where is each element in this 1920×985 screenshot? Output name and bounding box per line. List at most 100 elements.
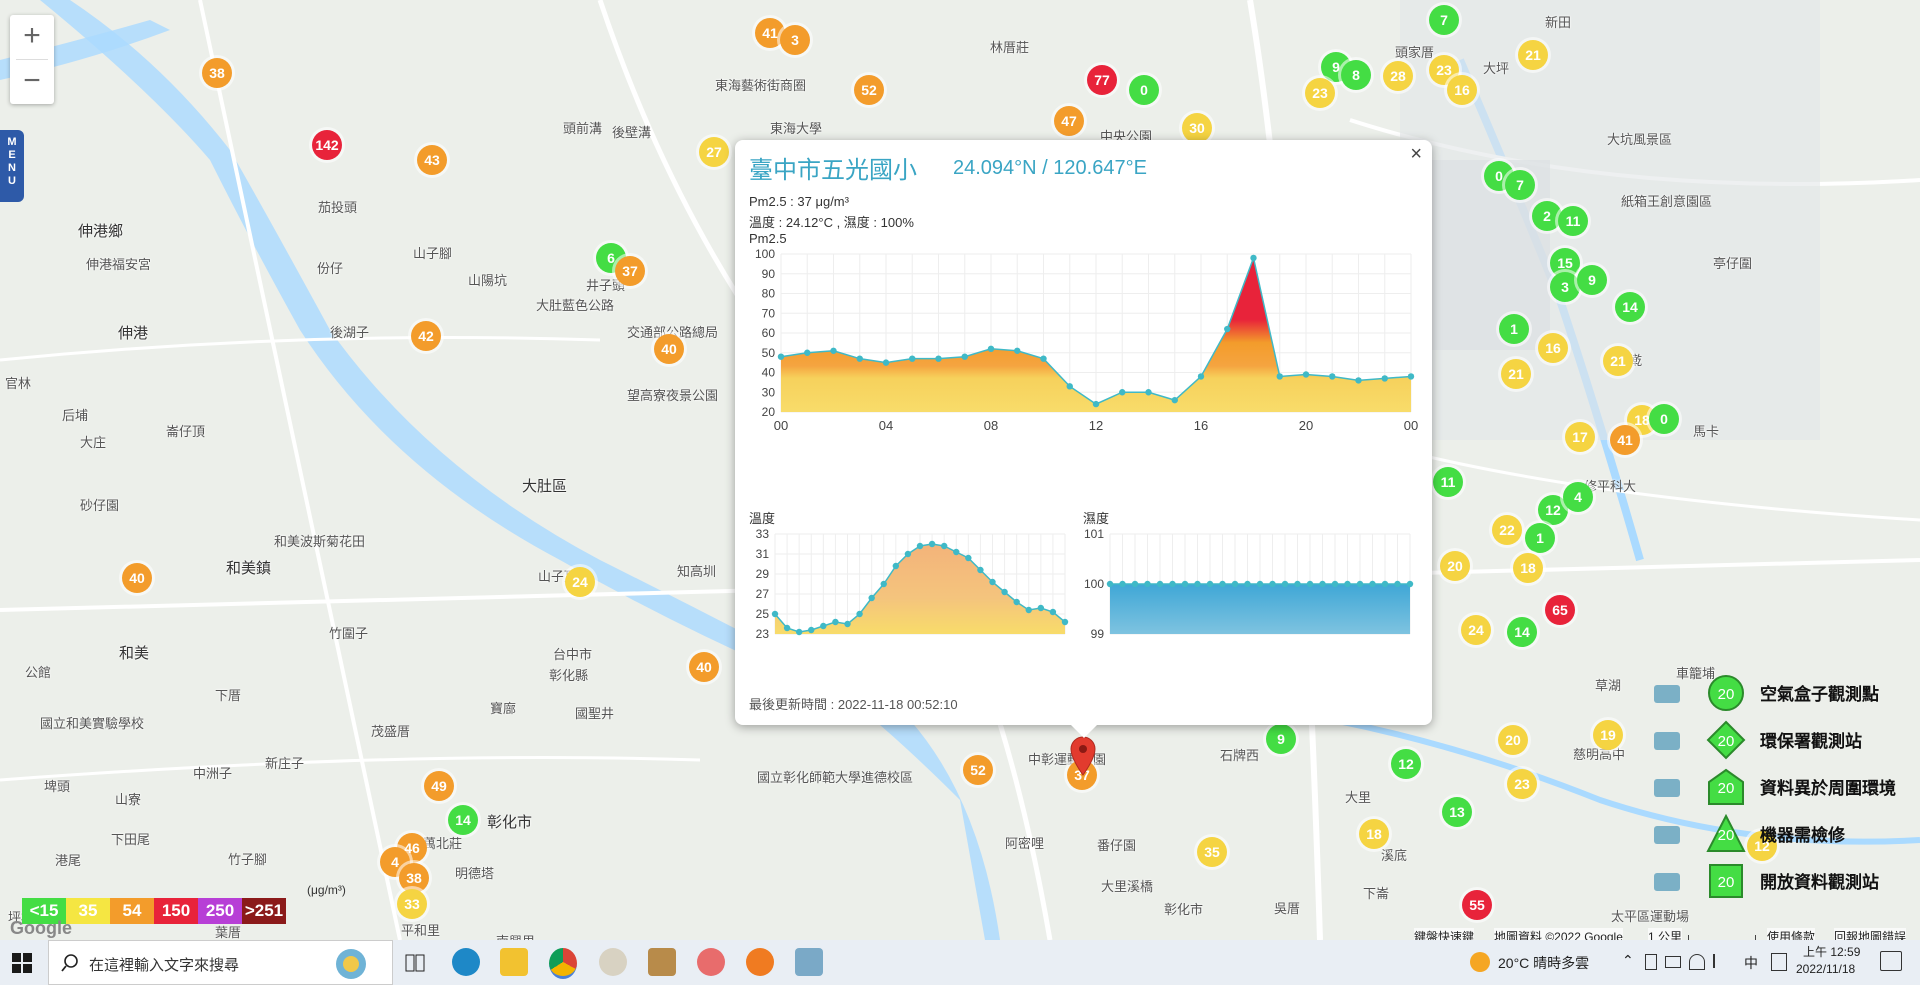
- sensor-marker[interactable]: 2: [1532, 201, 1562, 231]
- sensor-marker[interactable]: 40: [654, 334, 684, 364]
- zoom-control: + −: [10, 15, 54, 104]
- sensor-marker[interactable]: 19: [1593, 720, 1623, 750]
- sensor-marker[interactable]: 21: [1518, 40, 1548, 70]
- data-point: [880, 580, 887, 588]
- place-label: 新庄子: [265, 756, 305, 771]
- sensor-marker[interactable]: 52: [854, 75, 884, 105]
- x-tick-label: 12: [1089, 418, 1103, 433]
- sensor-marker[interactable]: 37: [615, 256, 645, 286]
- sensor-marker[interactable]: 43: [417, 145, 447, 175]
- sensor-marker[interactable]: 14: [1615, 292, 1645, 322]
- weather-text[interactable]: 20°C 晴時多雲: [1498, 953, 1589, 973]
- menu-button[interactable]: MENU: [0, 130, 24, 202]
- notifications-icon[interactable]: [1880, 951, 1902, 971]
- sensor-marker[interactable]: 142: [312, 130, 342, 160]
- file-explorer-icon[interactable]: [500, 948, 528, 976]
- edge-browser-icon[interactable]: [452, 948, 480, 976]
- sensor-marker[interactable]: 9: [1266, 724, 1296, 754]
- sensor-marker[interactable]: 16: [1538, 333, 1568, 363]
- tray-chevron-icon[interactable]: ⌃: [1622, 952, 1634, 969]
- place-label: 國立彰化師範大學進德校區: [757, 770, 914, 785]
- selected-location-pin-icon[interactable]: [1068, 735, 1098, 777]
- data-point: [882, 359, 890, 366]
- network-icon: [1689, 954, 1705, 970]
- compass-app-icon[interactable]: [599, 948, 627, 976]
- sensor-marker[interactable]: 11: [1433, 467, 1463, 497]
- sensor-marker[interactable]: 7: [1429, 5, 1459, 35]
- taskbar-search-box[interactable]: 在這裡輸入文字來搜尋: [48, 940, 393, 985]
- system-tray-icons[interactable]: [1645, 954, 1743, 970]
- sensor-marker[interactable]: 52: [963, 755, 993, 785]
- sensor-marker[interactable]: 14: [1507, 617, 1537, 647]
- input-mode-icon[interactable]: [1771, 953, 1787, 971]
- animal-app-icon[interactable]: [648, 948, 676, 976]
- snipping-tool-icon[interactable]: [697, 948, 725, 976]
- sensor-marker[interactable]: 20: [1498, 725, 1528, 755]
- blender-icon[interactable]: [746, 948, 774, 976]
- data-point: [935, 355, 942, 362]
- sensor-marker[interactable]: 3: [780, 25, 810, 55]
- sensor-marker[interactable]: 22: [1492, 515, 1522, 545]
- pm25-chart-label: Pm2.5: [749, 231, 787, 246]
- sensor-marker[interactable]: 27: [699, 137, 729, 167]
- sensor-marker[interactable]: 8: [1341, 60, 1371, 90]
- sensor-marker[interactable]: 13: [1442, 797, 1472, 827]
- data-point: [1197, 373, 1205, 380]
- sensor-marker[interactable]: 40: [689, 652, 719, 682]
- ime-indicator[interactable]: 中: [1744, 953, 1758, 973]
- sensor-marker[interactable]: 40: [122, 563, 152, 593]
- zoom-in-button[interactable]: +: [10, 15, 54, 59]
- sensor-marker[interactable]: 23: [1305, 78, 1335, 108]
- sensor-marker[interactable]: 1: [1525, 523, 1555, 553]
- sensor-marker[interactable]: 0: [1129, 75, 1159, 105]
- legend-item: 20 空氣盒子觀測點: [1648, 673, 1908, 713]
- search-placeholder: 在這裡輸入文字來搜尋: [89, 957, 240, 974]
- sensor-marker[interactable]: 41: [1610, 425, 1640, 455]
- sensor-marker[interactable]: 23: [1507, 769, 1537, 799]
- sensor-marker[interactable]: 38: [202, 58, 232, 88]
- sensor-marker[interactable]: 21: [1603, 346, 1633, 376]
- chrome-icon[interactable]: [549, 948, 577, 979]
- sensor-marker[interactable]: 42: [411, 321, 441, 351]
- y-tick-label: 101: [1084, 527, 1104, 541]
- sensor-marker[interactable]: 49: [424, 771, 454, 801]
- sensor-marker[interactable]: 11: [1558, 206, 1588, 236]
- task-view-icon[interactable]: [404, 952, 426, 974]
- sensor-marker[interactable]: 55: [1462, 890, 1492, 920]
- sensor-marker[interactable]: 7: [1505, 170, 1535, 200]
- y-tick-label: 40: [762, 366, 776, 380]
- sensor-marker[interactable]: 17: [1565, 422, 1595, 452]
- sensor-marker[interactable]: 12: [1391, 749, 1421, 779]
- sensor-marker[interactable]: 16: [1447, 75, 1477, 105]
- sensor-marker[interactable]: 1: [1499, 314, 1529, 344]
- station-popup: × 臺中市五光國小 24.094°N / 120.647°E Pm2.5 : 3…: [735, 140, 1432, 725]
- document-app-icon[interactable]: [795, 948, 823, 976]
- sensor-marker[interactable]: 18: [1513, 553, 1543, 583]
- zoom-out-button[interactable]: −: [10, 60, 54, 104]
- sensor-marker[interactable]: 30: [1182, 113, 1212, 143]
- place-label: 大庄: [80, 435, 107, 450]
- sensor-marker[interactable]: 0: [1649, 404, 1679, 434]
- data-point: [940, 542, 948, 550]
- clock-date[interactable]: 2022/11/18: [1796, 962, 1855, 976]
- close-popup-button[interactable]: ×: [1410, 143, 1422, 166]
- sensor-marker[interactable]: 9: [1577, 265, 1607, 295]
- sensor-marker[interactable]: 65: [1545, 595, 1575, 625]
- sensor-marker[interactable]: 33: [397, 889, 427, 919]
- sensor-marker[interactable]: 47: [1054, 106, 1084, 136]
- sensor-marker[interactable]: 35: [1197, 837, 1227, 867]
- sensor-marker[interactable]: 4: [1563, 482, 1593, 512]
- place-label: 國立和美實驗學校: [40, 716, 145, 731]
- sensor-marker[interactable]: 21: [1501, 359, 1531, 389]
- sensor-marker[interactable]: 28: [1383, 61, 1413, 91]
- clock-time[interactable]: 上午 12:59: [1803, 943, 1860, 960]
- sensor-marker[interactable]: 24: [1461, 615, 1491, 645]
- sensor-marker[interactable]: 14: [448, 805, 478, 835]
- windows-start-icon[interactable]: [12, 953, 32, 973]
- sensor-marker[interactable]: 18: [1359, 819, 1389, 849]
- sensor-marker[interactable]: 24: [565, 567, 595, 597]
- place-label: 砂仔園: [80, 498, 120, 513]
- sensor-marker[interactable]: 20: [1440, 551, 1470, 581]
- sensor-marker[interactable]: 3: [1550, 272, 1580, 302]
- sensor-marker[interactable]: 77: [1087, 65, 1117, 95]
